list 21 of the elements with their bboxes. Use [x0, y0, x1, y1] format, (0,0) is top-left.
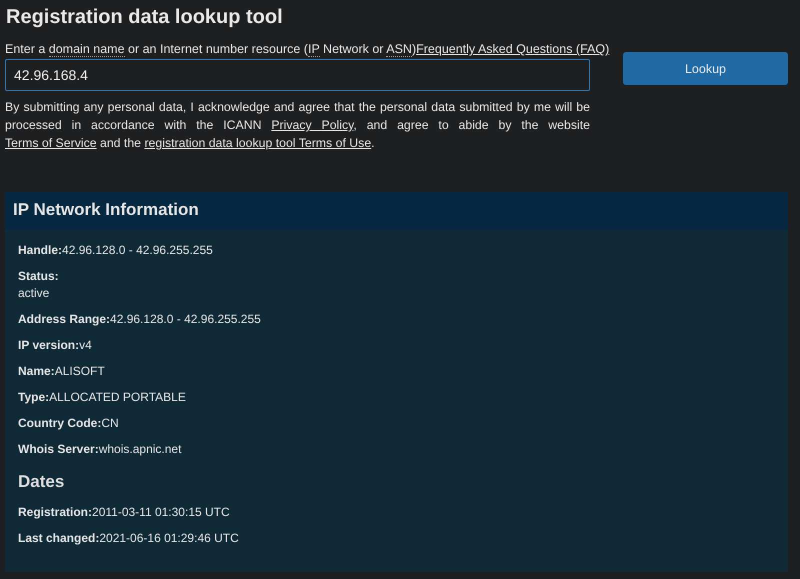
info-field: Address Range:42.96.128.0 - 42.96.255.255 [18, 311, 775, 328]
info-field: Name:ALISOFT [18, 363, 775, 380]
policy-link[interactable]: registration data lookup tool Terms of Use [144, 136, 372, 150]
panel-title: IP Network Information [13, 200, 199, 219]
search-field[interactable]: 42.96.168.4 [5, 59, 590, 91]
info-field: Country Code:CN [18, 415, 775, 432]
field-label: Enter a domain name or an Internet number resource (IP Network or ASN) [5, 42, 416, 56]
policy-link[interactable]: Privacy Policy [271, 118, 354, 132]
date-field: Registration:2011-03-11 01:30:15 UTC [18, 504, 775, 521]
section-heading: Dates [18, 472, 66, 492]
consent-text: By submitting any personal data, I acknowledge and agree that the personal data submitted by me will be processed in accordance with the ICANN Privacy Policy, and agree to abide by the website Terms of Service and the registration data lookup tool Terms of Use. [5, 99, 590, 152]
info-field: IP version:v4 [18, 337, 775, 354]
info-field: Status: active [18, 268, 775, 302]
page-title: Registration data lookup tool [6, 6, 283, 29]
info-field: Handle:42.96.128.0 - 42.96.255.255 [18, 242, 775, 259]
info-field: Whois Server:whois.apnic.net [18, 441, 775, 458]
date-field: Last changed:2021-06-16 01:29:46 UTC [18, 530, 775, 547]
info-field: Type:ALLOCATED PORTABLE [18, 389, 775, 406]
policy-link[interactable]: Terms of Service [5, 136, 97, 150]
faq-link[interactable]: Frequently Asked Questions (FAQ) [416, 42, 610, 56]
lookup-button[interactable]: Lookup [623, 52, 788, 85]
